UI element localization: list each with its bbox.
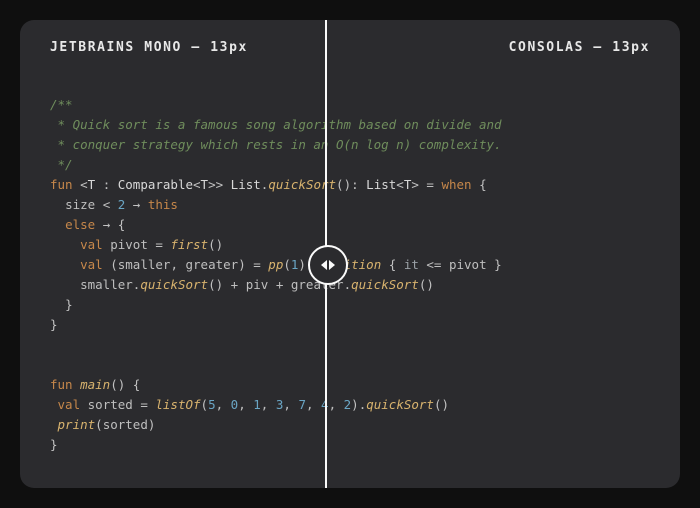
code-line-main-sig: fun main() { (50, 377, 140, 392)
compare-handle[interactable] (308, 245, 348, 285)
chevron-right-icon (329, 260, 335, 270)
code-line-base-case: size < 2 → this (50, 197, 178, 212)
code-line-main-close: } (50, 437, 58, 452)
code-editor-content: /** * Quick sort is a famous song algori… (20, 71, 680, 475)
doc-comment-open: /** (50, 97, 73, 112)
code-line-sorted: val sorted = listOf(5, 0, 1, 3, 7, 4, 2)… (50, 397, 449, 412)
code-line-else-close: } (50, 297, 73, 312)
blank-line (50, 335, 650, 355)
code-line-signature: fun <T : Comparable<T>> List.quickSort()… (50, 177, 487, 192)
code-line-recurse: smaller.quickSort() + piv + greater.quic… (50, 277, 434, 292)
header-left-font: JETBRAINS MONO – 13px (50, 40, 248, 55)
compare-divider[interactable] (325, 20, 327, 488)
doc-comment-close: */ (50, 157, 73, 172)
header-row: JETBRAINS MONO – 13px CONSOLAS – 13px (20, 20, 680, 71)
header-right-font: CONSOLAS – 13px (509, 40, 650, 55)
code-line-fun-close: } (50, 317, 58, 332)
code-line-print: print(sorted) (50, 417, 155, 432)
code-line-else-open: else → { (50, 217, 125, 232)
code-line-pivot: val pivot = first() (50, 237, 223, 252)
chevron-left-icon (321, 260, 327, 270)
doc-comment-line-2: * conquer strategy which rests in an O(n… (50, 137, 502, 152)
doc-comment-line-1: * Quick sort is a famous song algorithm … (50, 117, 502, 132)
font-compare-card: JETBRAINS MONO – 13px CONSOLAS – 13px /*… (20, 20, 680, 488)
code-line-partition: val (smaller, greater) = pp(1).partition… (50, 257, 502, 272)
